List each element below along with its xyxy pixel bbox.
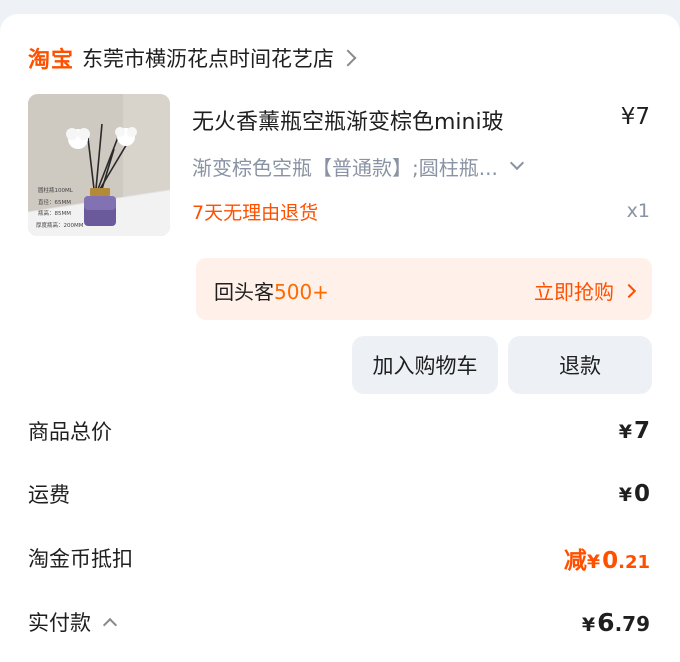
product-image[interactable]: 圆柱瓶100ML 直径：65MM 瓶高：85MM 厚度瓶高：200MM xyxy=(28,94,170,236)
shop-header[interactable]: 淘宝 东莞市横沥花点时间花艺店 xyxy=(28,42,357,74)
reed-diffuser-bottle-photo: 圆柱瓶100ML 直径：65MM 瓶高：85MM 厚度瓶高：200MM xyxy=(28,94,170,236)
shipping-row: 运费 ¥0 xyxy=(28,477,650,511)
order-card: 淘宝 东莞市横沥花点时间花艺店 圆柱瓶100ML 直径：65MM 瓶高：85MM… xyxy=(0,14,680,662)
chevron-up-icon xyxy=(102,617,118,633)
chevron-down-icon xyxy=(509,155,524,171)
chevron-right-icon xyxy=(339,49,357,67)
sku-text: 渐变棕色空瓶【普通款】;圆柱瓶... xyxy=(192,155,498,180)
goods-total-row: 商品总价 ¥7 xyxy=(28,414,650,448)
svg-text:厚度瓶高：200MM: 厚度瓶高：200MM xyxy=(36,221,84,229)
paid-total-label[interactable]: 实付款 xyxy=(28,607,118,637)
coin-discount-label: 淘金币抵扣 xyxy=(28,547,133,571)
taobao-logo: 淘宝 xyxy=(28,48,75,73)
shipping-label: 运费 xyxy=(28,483,70,507)
buy-now-link[interactable]: 立即抢购 xyxy=(534,276,637,305)
refund-button[interactable]: 退款 xyxy=(508,336,652,394)
product-title[interactable]: 无火香薰瓶空瓶渐变棕色mini玻 xyxy=(192,104,504,136)
goods-total-value: ¥7 xyxy=(618,418,650,444)
coin-discount-row: 淘金币抵扣 减¥0.21 xyxy=(28,541,650,575)
promo-count: 500+ xyxy=(274,280,329,304)
svg-text:圆柱瓶100ML: 圆柱瓶100ML xyxy=(38,186,74,194)
add-to-cart-button[interactable]: 加入购物车 xyxy=(352,336,498,394)
shop-name[interactable]: 东莞市横沥花点时间花艺店 xyxy=(82,43,334,73)
sku-selector[interactable]: 渐变棕色空瓶【普通款】;圆柱瓶... xyxy=(192,152,524,180)
svg-text:直径：65MM: 直径：65MM xyxy=(38,198,71,206)
paid-total-value: ¥6.79 xyxy=(581,607,650,637)
goods-total-label: 商品总价 xyxy=(28,420,112,444)
chevron-right-icon xyxy=(621,283,637,298)
buy-now-label: 立即抢购 xyxy=(534,280,614,304)
promo-text: 回头客500+ xyxy=(214,276,329,305)
promo-prefix: 回头客 xyxy=(214,280,274,304)
svg-text:瓶高：85MM: 瓶高：85MM xyxy=(38,209,71,217)
coin-discount-value: 减¥0.21 xyxy=(563,548,650,574)
shipping-value: ¥0 xyxy=(618,481,650,507)
paid-total-row[interactable]: 实付款 ¥6.79 xyxy=(28,605,650,639)
unit-price: ¥7 xyxy=(620,104,650,130)
quantity: x1 xyxy=(626,200,650,222)
return-policy-badge: 7天无理由退货 xyxy=(192,202,319,224)
repeat-customer-promo[interactable]: 回头客500+ 立即抢购 xyxy=(196,258,652,320)
